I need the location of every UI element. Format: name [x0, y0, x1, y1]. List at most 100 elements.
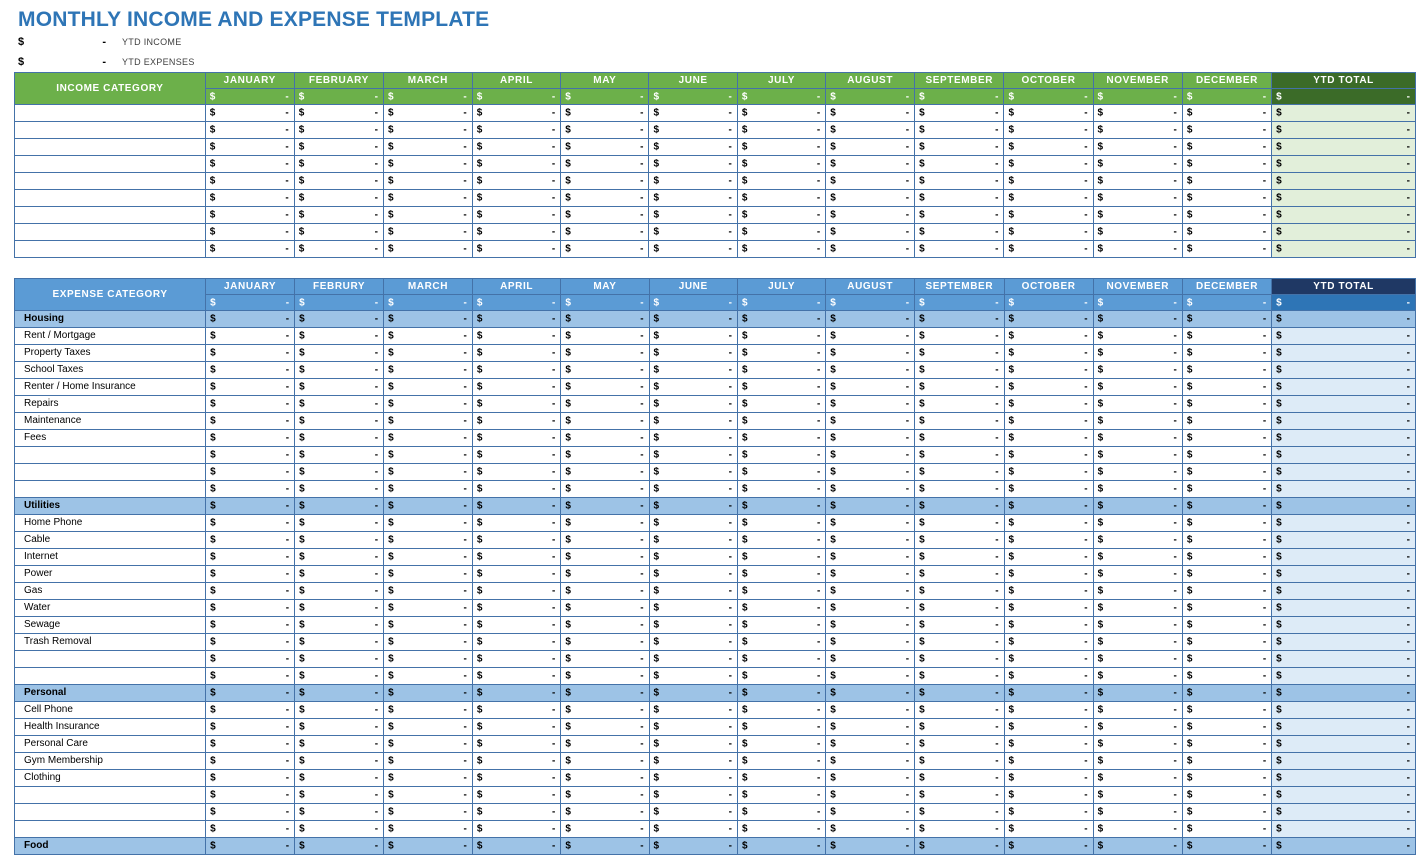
amount-cell-june[interactable]: $ -: [648, 735, 738, 753]
amount-cell-april[interactable]: $ -: [471, 310, 562, 328]
amount-cell-november[interactable]: $ -: [1092, 446, 1183, 464]
amount-cell-december[interactable]: $ -: [1181, 412, 1273, 430]
category-name-cell[interactable]: Utilities: [13, 497, 207, 515]
amount-cell-may[interactable]: $ -: [560, 412, 650, 430]
amount-cell-december[interactable]: $ -: [1181, 820, 1273, 838]
amount-cell-october[interactable]: $ -: [1003, 463, 1094, 481]
amount-cell-march[interactable]: $ -: [383, 480, 473, 498]
amount-cell-april[interactable]: $ -: [471, 327, 562, 345]
amount-cell-august[interactable]: $ -: [825, 497, 916, 515]
amount-cell-august[interactable]: $ -: [825, 378, 916, 396]
amount-cell-december[interactable]: $ -: [1181, 599, 1273, 617]
amount-cell-april[interactable]: $ -: [471, 837, 562, 855]
amount-cell-january[interactable]: $ -: [205, 803, 296, 821]
amount-cell-october[interactable]: $ -: [1003, 667, 1094, 685]
row-ytd-total[interactable]: $ -: [1271, 684, 1416, 702]
amount-cell-februry[interactable]: $ -: [294, 786, 385, 804]
column-total-april[interactable]: $ -: [471, 88, 562, 105]
amount-cell-may[interactable]: $ -: [560, 752, 650, 770]
amount-cell-april[interactable]: $ -: [471, 206, 562, 224]
amount-cell-februry[interactable]: $ -: [294, 463, 385, 481]
amount-cell-december[interactable]: $ -: [1181, 514, 1273, 532]
amount-cell-november[interactable]: $ -: [1092, 429, 1183, 447]
amount-cell-august[interactable]: $ -: [825, 820, 916, 838]
column-total-august[interactable]: $ -: [825, 294, 916, 311]
amount-cell-april[interactable]: $ -: [471, 786, 562, 804]
amount-cell-februry[interactable]: $ -: [294, 514, 385, 532]
amount-cell-september[interactable]: $ -: [914, 735, 1005, 753]
amount-cell-march[interactable]: $ -: [382, 172, 473, 190]
amount-cell-april[interactable]: $ -: [471, 189, 562, 207]
amount-cell-august[interactable]: $ -: [825, 206, 916, 224]
amount-cell-november[interactable]: $ -: [1092, 138, 1183, 156]
amount-cell-october[interactable]: $ -: [1003, 310, 1094, 328]
amount-cell-june[interactable]: $ -: [648, 531, 738, 549]
amount-cell-september[interactable]: $ -: [914, 395, 1005, 413]
amount-cell-august[interactable]: $ -: [825, 837, 916, 855]
amount-cell-march[interactable]: $ -: [382, 189, 473, 207]
amount-cell-january[interactable]: $ -: [204, 155, 295, 173]
amount-cell-februry[interactable]: $ -: [294, 650, 385, 668]
amount-cell-august[interactable]: $ -: [825, 172, 916, 190]
amount-cell-september[interactable]: $ -: [914, 633, 1005, 651]
amount-cell-october[interactable]: $ -: [1003, 189, 1094, 207]
amount-cell-march[interactable]: $ -: [383, 565, 473, 583]
amount-cell-march[interactable]: $ -: [383, 531, 473, 549]
amount-cell-october[interactable]: $ -: [1003, 223, 1094, 241]
amount-cell-july[interactable]: $ -: [736, 310, 827, 328]
amount-cell-june[interactable]: $ -: [648, 718, 738, 736]
amount-cell-january[interactable]: $ -: [204, 138, 295, 156]
amount-cell-may[interactable]: $ -: [560, 240, 650, 258]
amount-cell-november[interactable]: $ -: [1092, 599, 1183, 617]
amount-cell-june[interactable]: $ -: [648, 206, 738, 224]
amount-cell-august[interactable]: $ -: [825, 786, 916, 804]
amount-cell-january[interactable]: $ -: [205, 446, 296, 464]
amount-cell-februry[interactable]: $ -: [294, 599, 385, 617]
amount-cell-october[interactable]: $ -: [1003, 718, 1094, 736]
amount-cell-march[interactable]: $ -: [382, 121, 473, 139]
amount-cell-june[interactable]: $ -: [648, 104, 738, 122]
amount-cell-april[interactable]: $ -: [471, 718, 562, 736]
amount-cell-december[interactable]: $ -: [1181, 155, 1273, 173]
amount-cell-march[interactable]: $ -: [383, 378, 473, 396]
amount-cell-may[interactable]: $ -: [560, 327, 650, 345]
amount-cell-march[interactable]: $ -: [383, 752, 473, 770]
amount-cell-februry[interactable]: $ -: [294, 769, 385, 787]
amount-cell-october[interactable]: $ -: [1003, 155, 1094, 173]
amount-cell-october[interactable]: $ -: [1003, 206, 1094, 224]
amount-cell-december[interactable]: $ -: [1181, 378, 1273, 396]
column-total-march[interactable]: $ -: [382, 88, 473, 105]
category-name-cell[interactable]: [14, 189, 206, 207]
amount-cell-january[interactable]: $ -: [205, 463, 296, 481]
amount-cell-september[interactable]: $ -: [914, 463, 1005, 481]
amount-cell-august[interactable]: $ -: [825, 582, 916, 600]
amount-cell-december[interactable]: $ -: [1181, 310, 1273, 328]
amount-cell-december[interactable]: $ -: [1181, 565, 1273, 583]
amount-cell-march[interactable]: $ -: [382, 155, 473, 173]
amount-cell-july[interactable]: $ -: [736, 565, 827, 583]
amount-cell-august[interactable]: $ -: [825, 735, 916, 753]
amount-cell-november[interactable]: $ -: [1092, 531, 1183, 549]
amount-cell-february[interactable]: $ -: [293, 138, 384, 156]
amount-cell-june[interactable]: $ -: [648, 752, 738, 770]
category-name-cell[interactable]: [13, 480, 207, 498]
category-name-cell[interactable]: Health Insurance: [13, 718, 207, 736]
amount-cell-december[interactable]: $ -: [1181, 344, 1273, 362]
grand-total[interactable]: $ -: [1271, 294, 1416, 311]
row-ytd-total[interactable]: $ -: [1271, 429, 1416, 447]
amount-cell-may[interactable]: $ -: [560, 172, 650, 190]
row-ytd-total[interactable]: $ -: [1271, 514, 1416, 532]
amount-cell-january[interactable]: $ -: [205, 429, 296, 447]
amount-cell-september[interactable]: $ -: [914, 684, 1005, 702]
amount-cell-december[interactable]: $ -: [1181, 837, 1273, 855]
amount-cell-june[interactable]: $ -: [648, 684, 738, 702]
amount-cell-november[interactable]: $ -: [1092, 310, 1183, 328]
row-ytd-total[interactable]: $ -: [1271, 548, 1416, 566]
amount-cell-january[interactable]: $ -: [205, 548, 296, 566]
amount-cell-may[interactable]: $ -: [560, 531, 650, 549]
amount-cell-may[interactable]: $ -: [560, 395, 650, 413]
amount-cell-februry[interactable]: $ -: [294, 497, 385, 515]
amount-cell-january[interactable]: $ -: [205, 735, 296, 753]
amount-cell-march[interactable]: $ -: [383, 344, 473, 362]
amount-cell-october[interactable]: $ -: [1003, 378, 1094, 396]
